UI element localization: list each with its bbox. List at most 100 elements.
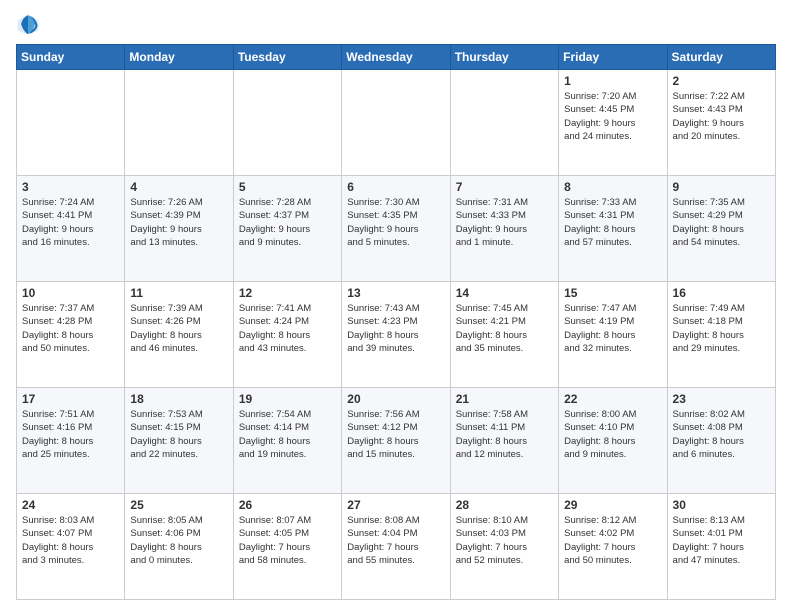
calendar-week-3: 17Sunrise: 7:51 AM Sunset: 4:16 PM Dayli… [17,388,776,494]
calendar-cell: 15 Sunrise: 7:47 AM Sunset: 4:19 PM Dayli… [559,282,667,388]
calendar-cell: 12Sunrise: 7:41 AM Sunset: 4:24 PM Dayli… [233,282,341,388]
calendar-week-2: 10 Sunrise: 7:37 AM Sunset: 4:28 PM Dayli… [17,282,776,388]
day-number: 16 [673,286,770,300]
calendar-cell: 23 Sunrise: 8:02 AM Sunset: 4:08 PM Dayli… [667,388,775,494]
calendar-week-0: 1 Sunrise: 7:20 AM Sunset: 4:45 PM Daylig… [17,70,776,176]
day-info: Sunrise: 8:02 AM Sunset: 4:08 PM Dayligh… [673,408,770,461]
day-number: 1 [564,74,661,88]
logo [16,12,44,36]
day-info: Sunrise: 8:12 AM Sunset: 4:02 PM Dayligh… [564,514,661,567]
day-info: Sunrise: 8:03 AM Sunset: 4:07 PM Dayligh… [22,514,119,567]
logo-icon [16,12,40,36]
day-info: Sunrise: 7:20 AM Sunset: 4:45 PM Dayligh… [564,90,661,143]
day-number: 17 [22,392,119,406]
day-number: 20 [347,392,444,406]
calendar-header-saturday: Saturday [667,45,775,70]
day-number: 4 [130,180,227,194]
page: SundayMondayTuesdayWednesdayThursdayFrid… [0,0,792,612]
calendar-cell: 30 Sunrise: 8:13 AM Sunset: 4:01 PM Dayli… [667,494,775,600]
day-number: 8 [564,180,661,194]
day-number: 15 [564,286,661,300]
calendar-cell: 5Sunrise: 7:28 AM Sunset: 4:37 PM Daylig… [233,176,341,282]
calendar-table: SundayMondayTuesdayWednesdayThursdayFrid… [16,44,776,600]
calendar-cell: 10 Sunrise: 7:37 AM Sunset: 4:28 PM Dayli… [17,282,125,388]
calendar-cell: 18 Sunrise: 7:53 AM Sunset: 4:15 PM Dayli… [125,388,233,494]
calendar-cell: 7 Sunrise: 7:31 AM Sunset: 4:33 PM Daylig… [450,176,558,282]
calendar-cell: 14 Sunrise: 7:45 AM Sunset: 4:21 PM Dayli… [450,282,558,388]
day-info: Sunrise: 8:07 AM Sunset: 4:05 PM Dayligh… [239,514,336,567]
header [16,12,776,36]
calendar-cell: 21Sunrise: 7:58 AM Sunset: 4:11 PM Dayli… [450,388,558,494]
calendar-cell: 11Sunrise: 7:39 AM Sunset: 4:26 PM Dayli… [125,282,233,388]
day-number: 9 [673,180,770,194]
day-info: Sunrise: 7:30 AM Sunset: 4:35 PM Dayligh… [347,196,444,249]
calendar-cell: 29 Sunrise: 8:12 AM Sunset: 4:02 PM Dayli… [559,494,667,600]
day-number: 14 [456,286,553,300]
day-info: Sunrise: 7:47 AM Sunset: 4:19 PM Dayligh… [564,302,661,355]
day-number: 30 [673,498,770,512]
day-info: Sunrise: 7:39 AM Sunset: 4:26 PM Dayligh… [130,302,227,355]
calendar-cell: 4 Sunrise: 7:26 AM Sunset: 4:39 PM Daylig… [125,176,233,282]
day-info: Sunrise: 7:56 AM Sunset: 4:12 PM Dayligh… [347,408,444,461]
calendar-week-1: 3Sunrise: 7:24 AM Sunset: 4:41 PM Daylig… [17,176,776,282]
day-info: Sunrise: 8:13 AM Sunset: 4:01 PM Dayligh… [673,514,770,567]
calendar-cell [233,70,341,176]
calendar-cell [450,70,558,176]
day-info: Sunrise: 7:43 AM Sunset: 4:23 PM Dayligh… [347,302,444,355]
calendar-header-tuesday: Tuesday [233,45,341,70]
calendar-header-wednesday: Wednesday [342,45,450,70]
day-info: Sunrise: 7:26 AM Sunset: 4:39 PM Dayligh… [130,196,227,249]
calendar-week-4: 24 Sunrise: 8:03 AM Sunset: 4:07 PM Dayli… [17,494,776,600]
day-number: 29 [564,498,661,512]
day-info: Sunrise: 7:54 AM Sunset: 4:14 PM Dayligh… [239,408,336,461]
day-info: Sunrise: 8:00 AM Sunset: 4:10 PM Dayligh… [564,408,661,461]
calendar-cell: 16 Sunrise: 7:49 AM Sunset: 4:18 PM Dayli… [667,282,775,388]
day-number: 2 [673,74,770,88]
day-number: 28 [456,498,553,512]
day-info: Sunrise: 7:35 AM Sunset: 4:29 PM Dayligh… [673,196,770,249]
day-info: Sunrise: 8:08 AM Sunset: 4:04 PM Dayligh… [347,514,444,567]
day-info: Sunrise: 7:45 AM Sunset: 4:21 PM Dayligh… [456,302,553,355]
calendar-cell: 28 Sunrise: 8:10 AM Sunset: 4:03 PM Dayli… [450,494,558,600]
day-number: 23 [673,392,770,406]
day-number: 26 [239,498,336,512]
day-info: Sunrise: 7:24 AM Sunset: 4:41 PM Dayligh… [22,196,119,249]
day-number: 7 [456,180,553,194]
day-info: Sunrise: 7:41 AM Sunset: 4:24 PM Dayligh… [239,302,336,355]
day-info: Sunrise: 7:37 AM Sunset: 4:28 PM Dayligh… [22,302,119,355]
day-info: Sunrise: 8:10 AM Sunset: 4:03 PM Dayligh… [456,514,553,567]
calendar-cell [17,70,125,176]
calendar-header-friday: Friday [559,45,667,70]
day-number: 6 [347,180,444,194]
calendar-header-monday: Monday [125,45,233,70]
day-number: 18 [130,392,227,406]
day-info: Sunrise: 7:49 AM Sunset: 4:18 PM Dayligh… [673,302,770,355]
day-number: 13 [347,286,444,300]
calendar-cell [342,70,450,176]
calendar-cell [125,70,233,176]
day-number: 24 [22,498,119,512]
day-number: 27 [347,498,444,512]
calendar-header-thursday: Thursday [450,45,558,70]
calendar-cell: 24 Sunrise: 8:03 AM Sunset: 4:07 PM Dayli… [17,494,125,600]
day-number: 10 [22,286,119,300]
day-info: Sunrise: 7:58 AM Sunset: 4:11 PM Dayligh… [456,408,553,461]
day-number: 22 [564,392,661,406]
calendar-cell: 26 Sunrise: 8:07 AM Sunset: 4:05 PM Dayli… [233,494,341,600]
calendar-cell: 9 Sunrise: 7:35 AM Sunset: 4:29 PM Daylig… [667,176,775,282]
day-info: Sunrise: 7:22 AM Sunset: 4:43 PM Dayligh… [673,90,770,143]
calendar-cell: 8Sunrise: 7:33 AM Sunset: 4:31 PM Daylig… [559,176,667,282]
calendar-cell: 6 Sunrise: 7:30 AM Sunset: 4:35 PM Daylig… [342,176,450,282]
calendar-cell: 20 Sunrise: 7:56 AM Sunset: 4:12 PM Dayli… [342,388,450,494]
calendar-cell: 1 Sunrise: 7:20 AM Sunset: 4:45 PM Daylig… [559,70,667,176]
calendar-cell: 2 Sunrise: 7:22 AM Sunset: 4:43 PM Daylig… [667,70,775,176]
calendar-cell: 19 Sunrise: 7:54 AM Sunset: 4:14 PM Dayli… [233,388,341,494]
calendar-cell: 3Sunrise: 7:24 AM Sunset: 4:41 PM Daylig… [17,176,125,282]
calendar-cell: 13 Sunrise: 7:43 AM Sunset: 4:23 PM Dayli… [342,282,450,388]
day-info: Sunrise: 7:31 AM Sunset: 4:33 PM Dayligh… [456,196,553,249]
day-number: 5 [239,180,336,194]
day-info: Sunrise: 7:53 AM Sunset: 4:15 PM Dayligh… [130,408,227,461]
day-number: 19 [239,392,336,406]
day-number: 25 [130,498,227,512]
calendar-cell: 17Sunrise: 7:51 AM Sunset: 4:16 PM Dayli… [17,388,125,494]
